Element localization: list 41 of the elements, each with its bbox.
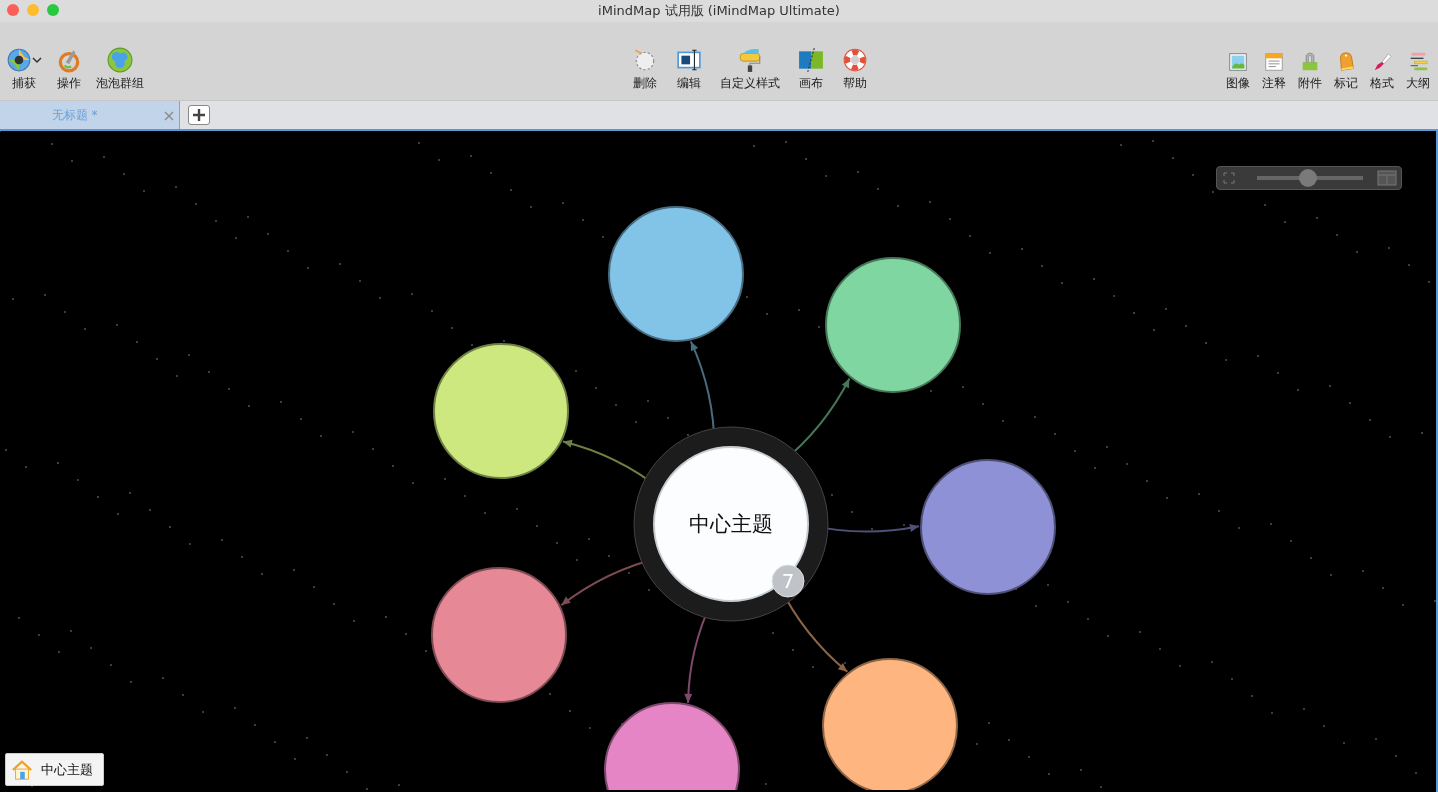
paint-roller-icon: [737, 47, 763, 73]
canvas-icon: [798, 47, 824, 73]
canvas[interactable]: 中心主题 7 中心主题: [0, 131, 1438, 792]
text-box-icon: [676, 47, 702, 73]
house-icon: [11, 758, 33, 781]
toolbar-button[interactable]: 捕获: [4, 47, 44, 92]
branch-bubble[interactable]: [431, 567, 567, 703]
rocket-icon: [56, 47, 82, 73]
branch-bubble[interactable]: [825, 257, 961, 393]
toolbar-button[interactable]: 编辑: [674, 47, 704, 92]
toolbar-button[interactable]: 帮助: [840, 47, 870, 92]
new-tab-button[interactable]: [188, 105, 210, 125]
toolbar-button[interactable]: 标记: [1332, 51, 1360, 92]
branch-bubble[interactable]: [822, 658, 958, 790]
chevron-down-icon: [32, 55, 42, 65]
slider-thumb[interactable]: [1298, 169, 1317, 187]
tab-title: 无标题 *: [51, 106, 98, 124]
plus-icon: [192, 108, 206, 122]
toolbar-button[interactable]: 附件: [1296, 51, 1324, 92]
branch-bubble[interactable]: [920, 459, 1056, 595]
toolbar-button[interactable]: 操作: [54, 47, 84, 92]
branch-bubble[interactable]: [608, 206, 744, 342]
toolbar-button[interactable]: 删除: [630, 47, 660, 92]
toolbar-button[interactable]: 泡泡群组: [94, 47, 146, 92]
window-title: iMindMap 试用版 (iMindMap Ultimate): [598, 2, 840, 20]
toolbar-button[interactable]: 图像: [1224, 51, 1252, 92]
toolbar-button[interactable]: 大纲: [1404, 51, 1432, 92]
breadcrumb-button[interactable]: 中心主题: [5, 753, 104, 786]
note-icon: [1263, 51, 1285, 73]
bubbles-icon: [107, 47, 133, 73]
toolbar-button[interactable]: 格式: [1368, 51, 1396, 92]
central-topic-bubble[interactable]: [653, 446, 809, 602]
central-topic-text: 中心主题: [689, 512, 773, 536]
toolbar-button[interactable]: 注释: [1260, 51, 1288, 92]
branch-bubble[interactable]: [433, 343, 569, 479]
toolbar-button[interactable]: 自定义样式: [718, 47, 782, 92]
camera-aperture-icon: [6, 47, 32, 73]
lifebuoy-icon: [842, 47, 868, 73]
picture-icon: [1227, 51, 1249, 73]
branch-bubble[interactable]: [604, 702, 740, 790]
toolbar-button[interactable]: 画布: [796, 47, 826, 92]
